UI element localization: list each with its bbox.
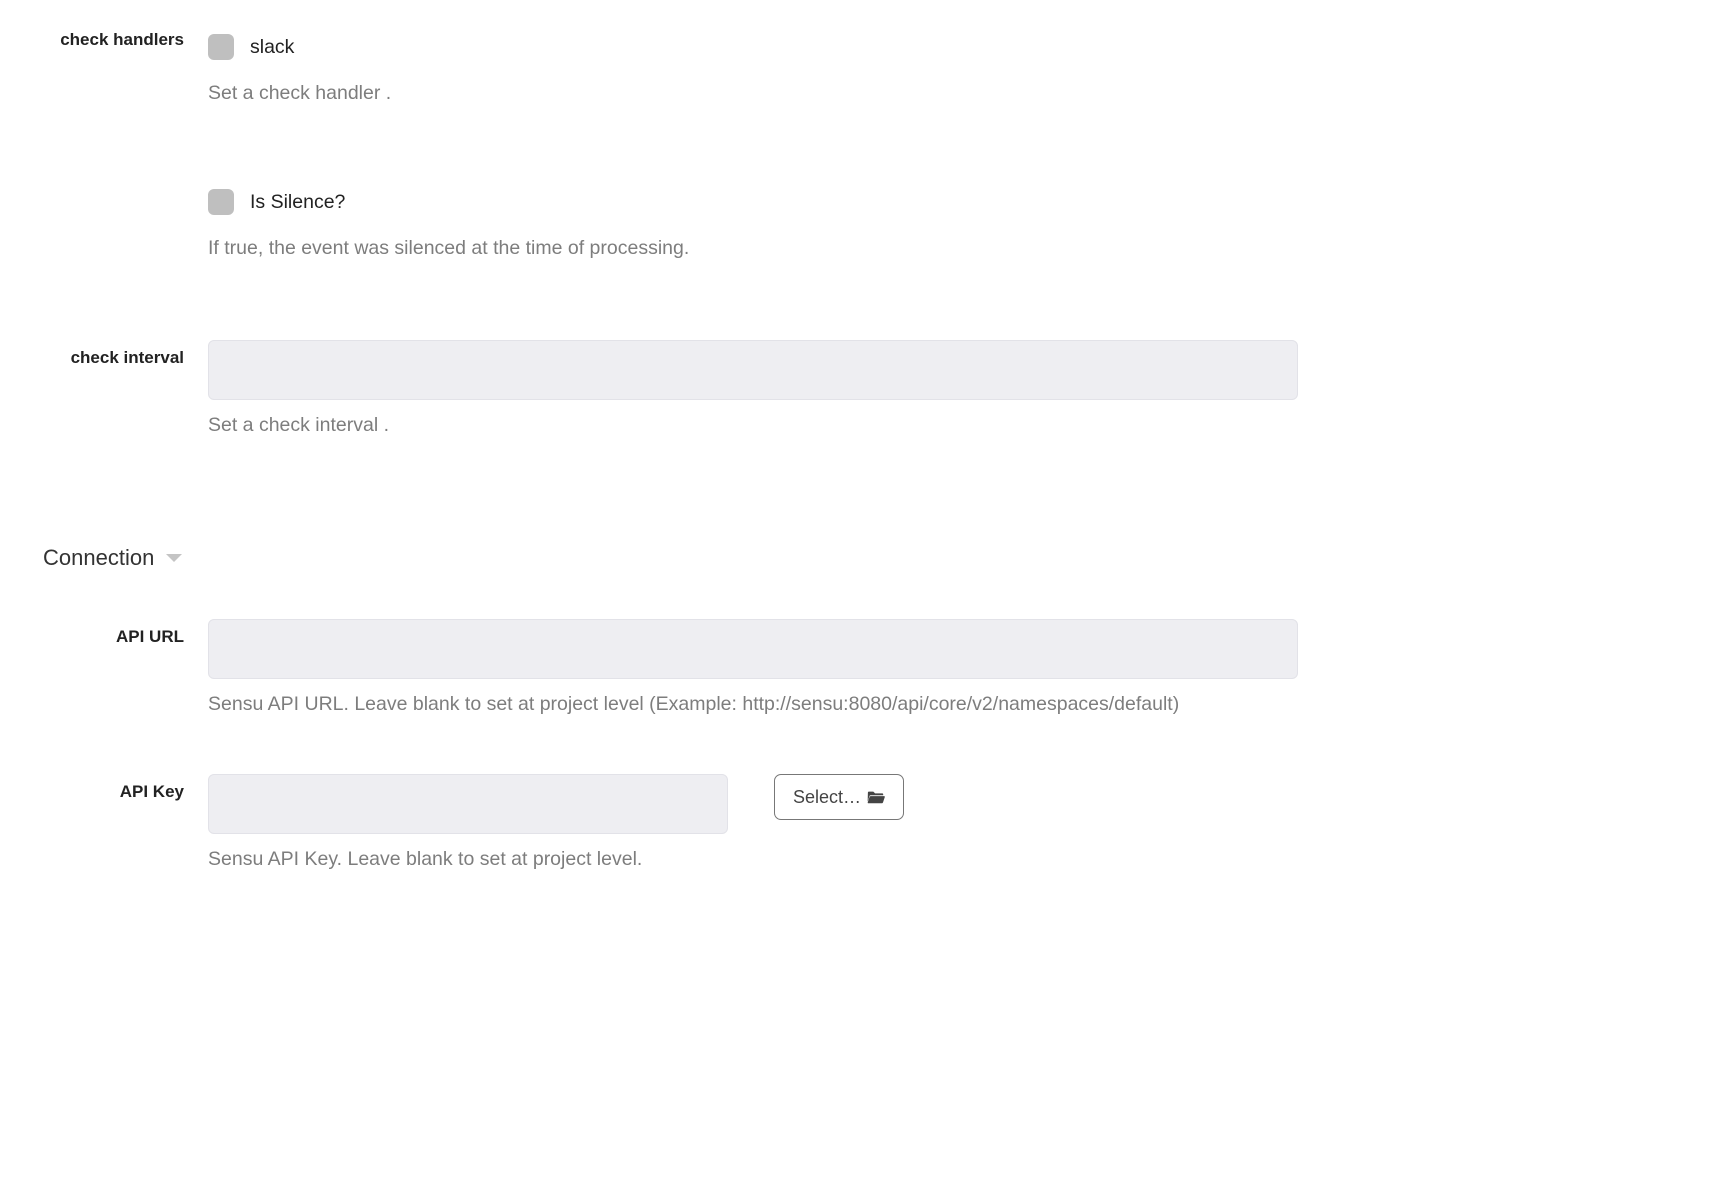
check-handlers-content: slack Set a check handler . [208,30,1298,105]
form-container: check handlers slack Set a check handler… [0,0,1732,919]
is-silence-label: Is Silence? [250,191,345,214]
api-url-content: Sensu API URL. Leave blank to set at pro… [208,619,1298,716]
field-is-silence: Is Silence? If true, the event was silen… [0,185,1702,260]
check-interval-content: Set a check interval . [208,340,1298,437]
check-handlers-help: Set a check handler . [208,82,1298,105]
api-key-content: Select… Sensu API Key. Leave blank to se… [208,774,1298,871]
folder-open-icon [867,789,885,805]
check-handlers-label: check handlers [0,30,208,50]
check-interval-input[interactable] [208,340,1298,400]
connection-section-title: Connection [43,545,154,571]
check-handlers-option-slack: slack [208,30,1298,64]
api-key-select-button[interactable]: Select… [774,774,904,820]
api-url-input[interactable] [208,619,1298,679]
api-url-help: Sensu API URL. Leave blank to set at pro… [208,693,1298,716]
check-handlers-slack-checkbox[interactable] [208,34,234,60]
is-silence-help: If true, the event was silenced at the t… [208,237,1298,260]
api-key-select-label: Select… [793,787,861,808]
field-api-key: API Key Select… Sensu API Key. Leave bla… [0,774,1702,871]
field-api-url: API URL Sensu API URL. Leave blank to se… [0,619,1702,716]
api-key-input[interactable] [208,774,728,834]
api-key-help: Sensu API Key. Leave blank to set at pro… [208,848,1298,871]
is-silence-checkbox[interactable] [208,189,234,215]
is-silence-row: Is Silence? [208,185,1298,219]
api-url-label: API URL [0,619,208,647]
check-interval-label: check interval [0,340,208,368]
field-check-handlers: check handlers slack Set a check handler… [0,30,1702,105]
chevron-down-icon [164,550,184,566]
api-key-label: API Key [0,774,208,802]
api-key-input-row: Select… [208,774,1298,834]
is-silence-content: Is Silence? If true, the event was silen… [208,185,1298,260]
connection-section-toggle[interactable]: Connection [0,545,1702,571]
field-check-interval: check interval Set a check interval . [0,340,1702,437]
check-handlers-slack-label: slack [250,36,294,59]
check-interval-help: Set a check interval . [208,414,1298,437]
